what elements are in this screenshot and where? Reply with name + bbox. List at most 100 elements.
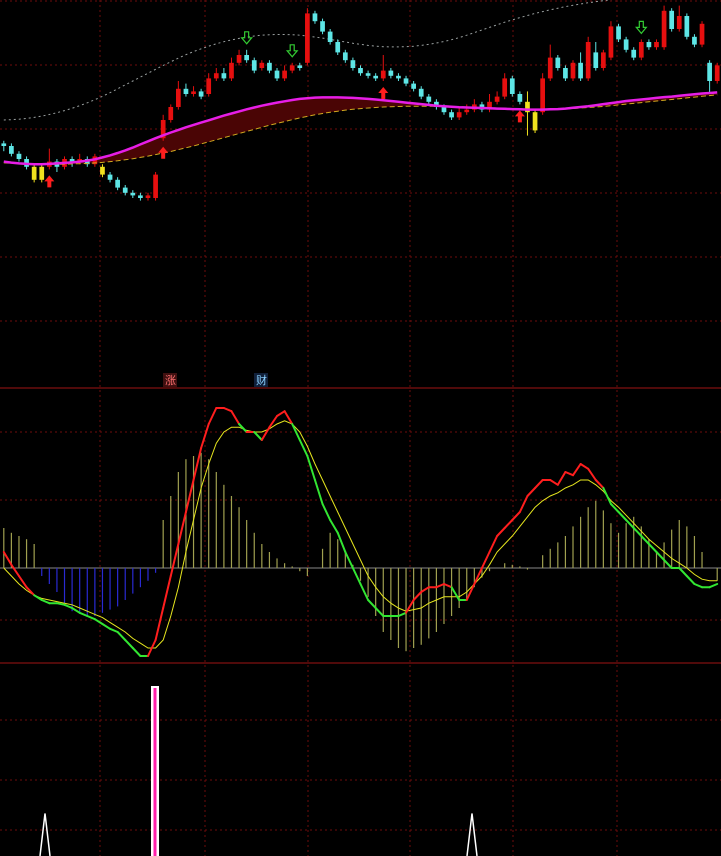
candle: [707, 60, 712, 94]
candle-body: [100, 166, 105, 175]
dif-line-segment: [556, 471, 567, 486]
buy-arrow-icon: [378, 87, 389, 99]
dif-line-segment: [640, 535, 650, 545]
dif-line-segment: [587, 467, 597, 481]
dif-line-segment: [708, 583, 719, 589]
candle: [517, 91, 523, 105]
candle: [267, 60, 272, 74]
dif-line-segment: [450, 586, 461, 601]
candle-body: [191, 91, 196, 94]
candle: [616, 23, 621, 42]
candle-body: [107, 174, 113, 180]
macd-panel: [0, 407, 721, 657]
candle-body: [115, 179, 120, 188]
dif-line-segment: [162, 575, 172, 609]
dif-line-segment: [63, 603, 74, 609]
candle: [471, 99, 477, 113]
candle: [320, 18, 325, 35]
candle: [289, 62, 295, 74]
dif-line-segment: [572, 463, 582, 477]
candle: [327, 29, 333, 45]
dif-line-segment: [298, 439, 309, 457]
dif-line-segment: [124, 639, 134, 649]
candle: [1, 140, 7, 152]
dif-line-segment: [685, 575, 696, 585]
dif-line-segment: [268, 415, 279, 429]
candle-body: [153, 174, 158, 198]
dif-line-segment: [184, 479, 195, 513]
dif-line-segment: [192, 447, 203, 481]
candle: [115, 177, 120, 191]
candle-body: [403, 78, 409, 84]
dif-line-segment: [109, 627, 119, 633]
dif-line-segment: [632, 527, 643, 537]
candle-body: [335, 42, 341, 53]
dif-line-segment: [177, 511, 187, 545]
sell-arrow-icon: [285, 44, 299, 58]
candle: [411, 81, 416, 92]
candle: [646, 39, 652, 50]
candle-body: [198, 91, 204, 97]
candle: [335, 39, 341, 55]
dif-line-segment: [503, 519, 514, 529]
dif-line-segment: [230, 410, 241, 425]
candle-body: [327, 31, 333, 42]
candle-body: [540, 78, 546, 113]
candle: [714, 62, 720, 84]
candle: [39, 164, 45, 183]
candle: [593, 42, 599, 71]
candle-body: [267, 62, 272, 71]
candle: [601, 49, 606, 71]
candle: [502, 73, 508, 100]
candle-body: [282, 70, 287, 79]
dea-line: [3, 420, 718, 649]
candle: [570, 60, 576, 81]
candle-body: [692, 36, 697, 45]
wealth-badge: 财: [254, 373, 268, 387]
candle-body: [654, 42, 659, 48]
candle: [669, 8, 675, 32]
candle-body: [274, 70, 280, 79]
candle-body: [183, 88, 189, 94]
candle-body: [213, 73, 219, 79]
dif-line-segment: [617, 511, 628, 521]
dif-line-segment: [663, 559, 673, 569]
candle: [153, 172, 158, 201]
candle: [138, 192, 143, 201]
candle-body: [684, 16, 690, 37]
candle: [122, 185, 128, 196]
candle-body: [206, 78, 212, 94]
candle-body: [39, 166, 45, 180]
candle: [183, 83, 189, 97]
candle: [244, 49, 250, 63]
candle-body: [244, 55, 250, 61]
candle: [623, 36, 629, 53]
dif-line-segment: [351, 567, 362, 585]
candle: [168, 104, 174, 123]
candle: [631, 47, 637, 61]
candle: [388, 68, 394, 79]
candle-body: [388, 70, 394, 76]
dif-line-segment: [534, 479, 544, 489]
candle: [426, 94, 432, 105]
candle-body: [426, 96, 432, 102]
candle: [107, 172, 113, 183]
candle-body: [350, 60, 356, 68]
wealth-badge-label: 财: [256, 373, 267, 387]
indicator-badges: 涨 财: [163, 373, 268, 387]
candle-body: [517, 94, 523, 102]
candle: [661, 5, 667, 50]
candle-body: [464, 109, 470, 113]
candle-body: [593, 52, 599, 68]
candle: [305, 8, 310, 66]
candle: [259, 60, 265, 71]
candle-body: [714, 65, 720, 81]
candle-body: [578, 62, 583, 79]
candle: [358, 65, 363, 76]
candle-body: [145, 195, 151, 198]
candle-body: [229, 62, 234, 79]
candle-body: [449, 112, 454, 118]
candle-body: [631, 49, 637, 58]
candle: [198, 88, 204, 100]
candle: [608, 21, 614, 61]
